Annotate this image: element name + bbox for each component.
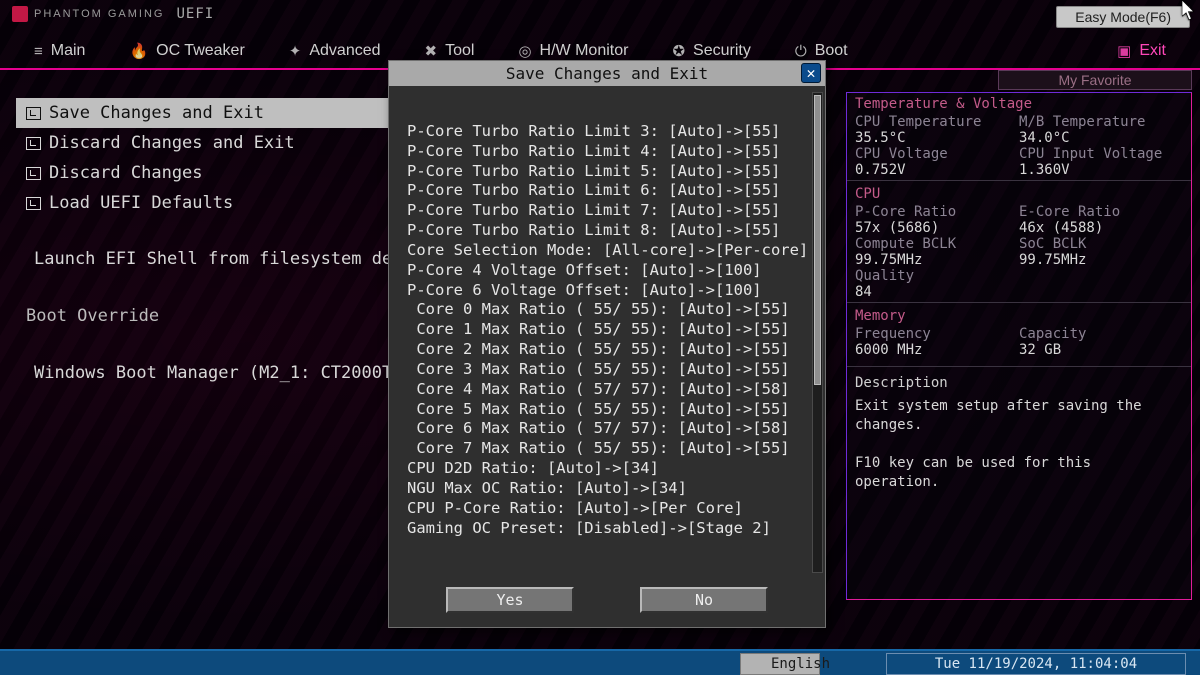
tab-label: Advanced	[309, 42, 380, 60]
tab-label: OC Tweaker	[156, 42, 245, 60]
yes-button[interactable]: Yes	[446, 587, 574, 613]
save-icon	[26, 137, 41, 150]
tab-label: Main	[51, 42, 86, 60]
cpu-temp-label: CPU Temperature	[855, 114, 1019, 130]
quality-label: Quality	[855, 268, 1019, 284]
menu-item-label: Load UEFI Defaults	[49, 193, 233, 213]
tab-label: Security	[693, 42, 751, 60]
menu-item-label: Discard Changes	[49, 163, 203, 183]
star-icon: ✦	[289, 42, 302, 60]
menu-item-label: Windows Boot Manager (M2_1: CT2000T700S	[34, 363, 433, 383]
description-body: Exit system setup after saving the chang…	[847, 391, 1191, 497]
mouse-cursor-icon	[1182, 0, 1196, 20]
ecore-label: E-Core Ratio	[1019, 204, 1183, 220]
cpu-input-voltage-value: 1.360V	[1019, 162, 1183, 178]
cpu-temp-value: 35.5°C	[855, 130, 1019, 146]
dialog-titlebar: Save Changes and Exit ✕	[389, 61, 825, 86]
menu-discard-exit[interactable]: Discard Changes and Exit	[16, 128, 396, 158]
dialog-title: Save Changes and Exit	[506, 64, 708, 83]
tab-label: Boot	[815, 42, 848, 60]
description-line: Exit system setup after saving the	[855, 397, 1183, 416]
exit-icon: ▣	[1117, 42, 1131, 60]
shield-icon: ✪	[672, 42, 685, 60]
changes-list: P-Core Turbo Ratio Limit 3: [Auto]->[55]…	[407, 122, 821, 538]
clock: Tue 11/19/2024, 11:04:04	[886, 653, 1186, 675]
menu-save-exit[interactable]: Save Changes and Exit	[16, 98, 396, 128]
tab-label: Tool	[445, 42, 474, 60]
exit-menu: Save Changes and Exit Discard Changes an…	[16, 98, 396, 388]
menu-item-label: Discard Changes and Exit	[49, 133, 295, 153]
section-memory: Memory	[847, 305, 1191, 326]
brand-text: PHANTOM GAMING	[34, 8, 164, 20]
gauge-icon: ◎	[518, 42, 531, 60]
boot-entry-windows[interactable]: Windows Boot Manager (M2_1: CT2000T700S	[16, 358, 396, 388]
soc-bclk-value: 99.75MHz	[1019, 252, 1183, 268]
mb-temp-value: 34.0°C	[1019, 130, 1183, 146]
language-selector[interactable]: English	[740, 653, 820, 675]
ecore-value: 46x (4588)	[1019, 220, 1183, 236]
description-line: F10 key can be used for this operation.	[855, 454, 1183, 492]
mem-cap-value: 32 GB	[1019, 342, 1183, 358]
menu-item-label: Save Changes and Exit	[49, 103, 264, 123]
boot-override-heading: Boot Override	[16, 300, 396, 332]
power-icon: ⏻	[795, 43, 807, 60]
tab-label: Exit	[1139, 42, 1166, 60]
tab-advanced[interactable]: ✦ Advanced	[267, 38, 403, 68]
tab-main[interactable]: ≡ Main	[12, 38, 107, 68]
status-bar: English Tue 11/19/2024, 11:04:04	[0, 649, 1200, 675]
pcore-value: 57x (5686)	[855, 220, 1019, 236]
uefi-text: UEFI	[176, 6, 214, 22]
description-heading: Description	[847, 369, 1191, 391]
flame-icon: 🔥	[129, 42, 148, 60]
tab-label: H/W Monitor	[540, 42, 629, 60]
menu-load-defaults[interactable]: Load UEFI Defaults	[16, 188, 396, 218]
menu-item-label: Launch EFI Shell from filesystem device	[34, 249, 433, 269]
compute-bclk-value: 99.75MHz	[855, 252, 1019, 268]
close-icon[interactable]: ✕	[801, 63, 821, 83]
tab-exit[interactable]: ▣ Exit	[1095, 38, 1188, 68]
mem-freq-label: Frequency	[855, 326, 1019, 342]
save-icon	[26, 197, 41, 210]
mb-temp-label: M/B Temperature	[1019, 114, 1183, 130]
easy-mode-button[interactable]: Easy Mode(F6)	[1056, 6, 1190, 28]
compute-bclk-label: Compute BCLK	[855, 236, 1019, 252]
cpu-input-voltage-label: CPU Input Voltage	[1019, 146, 1183, 162]
scrollbar-thumb[interactable]	[814, 95, 821, 385]
section-temp-voltage: Temperature & Voltage	[847, 93, 1191, 114]
phantom-icon	[12, 6, 28, 22]
section-cpu: CPU	[847, 183, 1191, 204]
cpu-voltage-label: CPU Voltage	[855, 146, 1019, 162]
mem-cap-label: Capacity	[1019, 326, 1183, 342]
soc-bclk-label: SoC BCLK	[1019, 236, 1183, 252]
info-panel: Temperature & Voltage CPU Temperature35.…	[846, 92, 1192, 600]
menu-icon: ≡	[34, 43, 43, 60]
quality-value: 84	[855, 284, 1019, 300]
tab-oc-tweaker[interactable]: 🔥 OC Tweaker	[107, 38, 266, 68]
mem-freq-value: 6000 MHz	[855, 342, 1019, 358]
menu-launch-shell[interactable]: Launch EFI Shell from filesystem device	[16, 244, 396, 274]
dialog-body: P-Core Turbo Ratio Limit 3: [Auto]->[55]…	[389, 86, 825, 579]
menu-discard[interactable]: Discard Changes	[16, 158, 396, 188]
tools-icon: ✖	[425, 42, 438, 60]
save-icon	[26, 167, 41, 180]
cpu-voltage-value: 0.752V	[855, 162, 1019, 178]
no-button[interactable]: No	[640, 587, 768, 613]
description-line: changes.	[855, 416, 1183, 435]
save-changes-dialog: Save Changes and Exit ✕ P-Core Turbo Rat…	[388, 60, 826, 628]
pcore-label: P-Core Ratio	[855, 204, 1019, 220]
brand-logo: PHANTOM GAMING UEFI	[12, 6, 214, 22]
my-favorite-button[interactable]: My Favorite	[998, 70, 1192, 90]
scrollbar[interactable]	[812, 92, 823, 573]
save-icon	[26, 107, 41, 120]
